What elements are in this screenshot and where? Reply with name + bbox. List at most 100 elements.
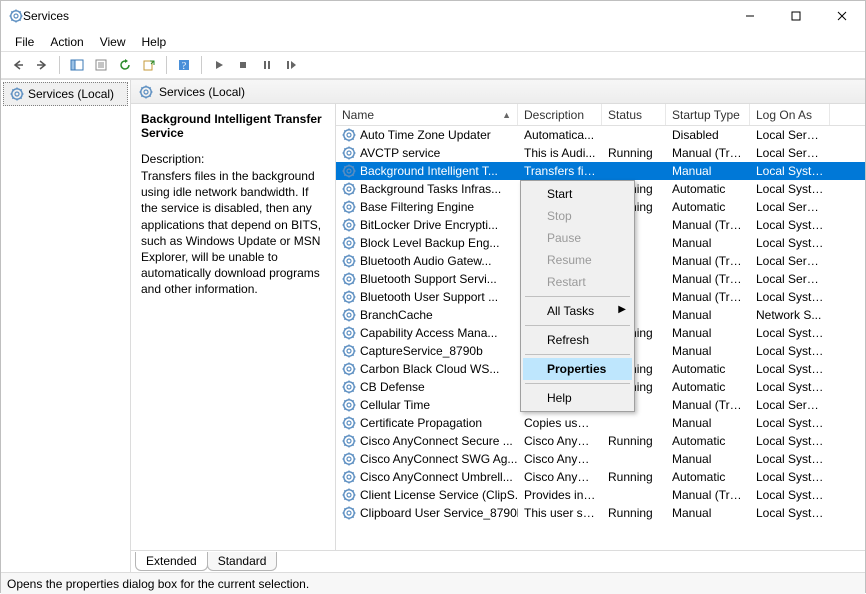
tab-extended[interactable]: Extended: [135, 552, 208, 571]
service-row[interactable]: Background Intelligent T... Transfers fil…: [336, 162, 865, 180]
cell-startup: Automatic: [666, 470, 750, 484]
col-name[interactable]: Name▲: [336, 104, 518, 125]
description-label: Description:: [141, 152, 325, 166]
service-row[interactable]: Client License Service (ClipS...Provides…: [336, 486, 865, 504]
gear-icon: [342, 470, 356, 484]
cell-name: CaptureService_8790b: [360, 344, 483, 358]
cell-name: Auto Time Zone Updater: [360, 128, 491, 142]
ctx-pause[interactable]: Pause: [523, 227, 632, 249]
menu-view[interactable]: View: [92, 33, 134, 51]
cell-startup: Automatic: [666, 200, 750, 214]
col-status[interactable]: Status: [602, 104, 666, 125]
cell-logon: Local Syste...: [750, 164, 830, 178]
gear-icon: [342, 434, 356, 448]
minimize-button[interactable]: [727, 1, 773, 31]
cell-startup: Automatic: [666, 362, 750, 376]
cell-name: Background Tasks Infras...: [360, 182, 501, 196]
sort-asc-icon: ▲: [502, 110, 511, 120]
service-row[interactable]: Certificate PropagationCopies user ...Ma…: [336, 414, 865, 432]
cell-desc: This is Audi...: [518, 146, 602, 160]
ctx-resume[interactable]: Resume: [523, 249, 632, 271]
col-startup[interactable]: Startup Type: [666, 104, 750, 125]
cell-logon: Local Service: [750, 146, 830, 160]
cell-logon: Local Syste...: [750, 434, 830, 448]
cell-startup: Automatic: [666, 380, 750, 394]
selected-service-name: Background Intelligent Transfer Service: [141, 112, 325, 140]
service-row[interactable]: Auto Time Zone Updater Automatica... Disab…: [336, 126, 865, 144]
cell-startup: Manual (Trig...: [666, 272, 750, 286]
cell-name: Bluetooth User Support ...: [360, 290, 498, 304]
cell-logon: Local Syste...: [750, 236, 830, 250]
cell-startup: Manual (Trig...: [666, 398, 750, 412]
ctx-help[interactable]: Help: [523, 387, 632, 409]
col-logon[interactable]: Log On As: [750, 104, 830, 125]
description-text: Transfers files in the background using …: [141, 168, 325, 298]
gear-icon: [342, 488, 356, 502]
tree-pane: Services (Local): [1, 80, 131, 572]
column-headers: Name▲ Description Status Startup Type Lo…: [336, 104, 865, 126]
gear-icon: [342, 272, 356, 286]
tab-standard[interactable]: Standard: [207, 552, 278, 571]
menubar: File Action View Help: [1, 31, 865, 51]
gear-icon: [342, 416, 356, 430]
service-row[interactable]: Cisco AnyConnect Secure ...Cisco AnyC...…: [336, 432, 865, 450]
refresh-button[interactable]: [114, 54, 136, 76]
cell-startup: Manual (Trig...: [666, 254, 750, 268]
cell-status: Running: [602, 434, 666, 448]
ctx-start[interactable]: Start: [523, 183, 632, 205]
cell-desc: Cisco AnyC...: [518, 452, 602, 466]
cell-startup: Manual: [666, 164, 750, 178]
cell-startup: Automatic: [666, 182, 750, 196]
gear-icon: [342, 506, 356, 520]
cell-startup: Manual (Trig...: [666, 218, 750, 232]
ctx-stop[interactable]: Stop: [523, 205, 632, 227]
cell-startup: Manual: [666, 326, 750, 340]
service-row[interactable]: AVCTP serviceThis is Audi...RunningManua…: [336, 144, 865, 162]
statusbar: Opens the properties dialog box for the …: [1, 572, 865, 594]
help-button[interactable]: ?: [173, 54, 195, 76]
service-row[interactable]: Cisco AnyConnect Umbrell...Cisco AnyC...…: [336, 468, 865, 486]
gear-icon: [342, 182, 356, 196]
menu-action[interactable]: Action: [42, 33, 91, 51]
cell-desc: Automatica...: [518, 128, 602, 142]
gear-icon: [342, 344, 356, 358]
cell-logon: Local Service: [750, 200, 830, 214]
show-hide-tree-button[interactable]: [66, 54, 88, 76]
cell-name: Background Intelligent T...: [360, 164, 498, 178]
stop-service-button[interactable]: [232, 54, 254, 76]
menu-help[interactable]: Help: [134, 33, 175, 51]
maximize-button[interactable]: [773, 1, 819, 31]
cell-logon: Local Service: [750, 398, 830, 412]
tree-root-node[interactable]: Services (Local): [3, 82, 128, 106]
service-row[interactable]: Cisco AnyConnect SWG Ag...Cisco AnyC...M…: [336, 450, 865, 468]
pause-service-button[interactable]: [256, 54, 278, 76]
cell-name: Cisco AnyConnect SWG Ag...: [360, 452, 517, 466]
forward-button[interactable]: [31, 54, 53, 76]
ctx-all-tasks[interactable]: All Tasks▶: [523, 300, 632, 322]
close-button[interactable]: [819, 1, 865, 31]
ctx-properties[interactable]: Properties: [523, 358, 632, 380]
cell-name: Bluetooth Support Servi...: [360, 272, 497, 286]
gear-icon: [342, 362, 356, 376]
cell-logon: Local Syste...: [750, 362, 830, 376]
ctx-refresh[interactable]: Refresh: [523, 329, 632, 351]
ctx-restart[interactable]: Restart: [523, 271, 632, 293]
start-service-button[interactable]: [208, 54, 230, 76]
menu-file[interactable]: File: [7, 33, 42, 51]
cell-logon: Local Syste...: [750, 326, 830, 340]
cell-name: AVCTP service: [360, 146, 440, 160]
cell-desc: Transfers fil...: [518, 164, 602, 178]
back-button[interactable]: [7, 54, 29, 76]
cell-desc: Cisco AnyC...: [518, 434, 602, 448]
export-button[interactable]: [138, 54, 160, 76]
cell-logon: Local Service: [750, 272, 830, 286]
pane-header-text: Services (Local): [159, 85, 245, 99]
properties-button[interactable]: [90, 54, 112, 76]
restart-service-button[interactable]: [280, 54, 302, 76]
cell-logon: Local Syste...: [750, 506, 830, 520]
gear-icon: [342, 308, 356, 322]
cell-name: Bluetooth Audio Gatew...: [360, 254, 491, 268]
cell-startup: Disabled: [666, 128, 750, 142]
col-description[interactable]: Description: [518, 104, 602, 125]
service-row[interactable]: Clipboard User Service_8790bThis user se…: [336, 504, 865, 522]
